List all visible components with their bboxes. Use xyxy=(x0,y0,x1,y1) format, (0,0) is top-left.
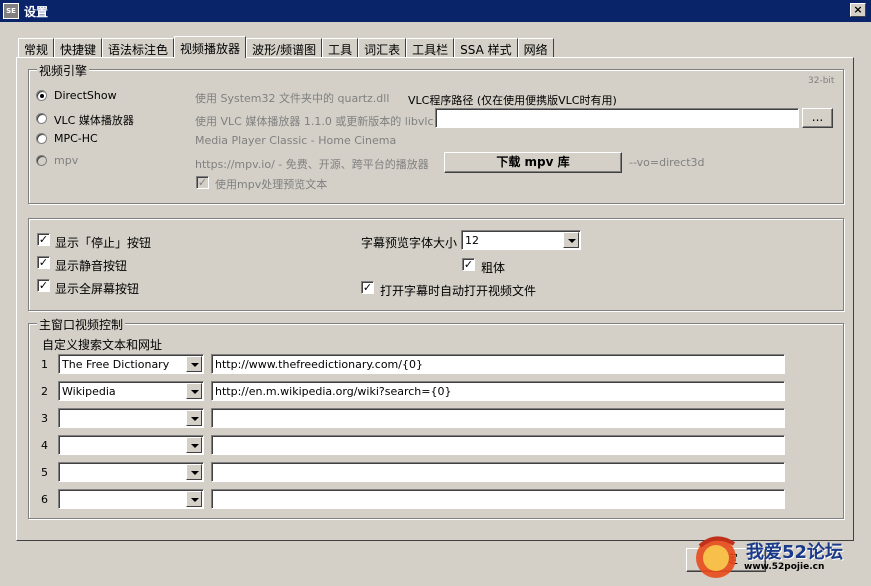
search-url-input[interactable] xyxy=(211,489,785,509)
tab-5[interactable]: 工具 xyxy=(322,38,359,58)
close-button[interactable]: × xyxy=(850,3,866,17)
app-icon: SE xyxy=(3,3,19,19)
radio-directshow-label[interactable]: DirectShow xyxy=(54,89,117,102)
download-mpv-button[interactable]: 下载 mpv 库 xyxy=(444,152,622,173)
radio-vlc-label[interactable]: VLC 媒体播放器 xyxy=(54,112,134,128)
tab-1[interactable]: 快捷键 xyxy=(54,38,103,58)
search-name-value: Wikipedia xyxy=(62,385,116,398)
show-mute-checkbox[interactable]: ✓ xyxy=(37,256,50,269)
tab-3[interactable]: 视频播放器 xyxy=(174,36,247,58)
tab-4[interactable]: 波形/频谱图 xyxy=(246,38,323,58)
radio-mpv[interactable] xyxy=(36,155,47,166)
window-title: 设置 xyxy=(24,5,49,19)
title-bar: SE 设置 × xyxy=(0,0,871,22)
font-size-label: 字幕预览字体大小 xyxy=(361,236,458,250)
search-name-select[interactable] xyxy=(58,462,204,482)
radio-mpv-label[interactable]: mpv xyxy=(54,154,78,167)
search-label: 自定义搜索文本和网址 xyxy=(42,338,163,352)
row-number: 2 xyxy=(41,385,48,398)
chevron-down-icon[interactable] xyxy=(186,356,202,372)
search-name-select[interactable] xyxy=(58,435,204,455)
radio-mpc-hc[interactable] xyxy=(36,133,47,144)
radio-mpc-hc-label[interactable]: MPC-HC xyxy=(54,132,98,145)
bold-checkbox[interactable]: ✓ xyxy=(462,258,475,271)
show-fullscreen-checkbox[interactable]: ✓ xyxy=(37,279,50,292)
search-url-input[interactable] xyxy=(211,462,785,482)
tab-6[interactable]: 词汇表 xyxy=(358,38,407,58)
row-number: 4 xyxy=(41,439,48,452)
watermark-url: www.52pojie.cn xyxy=(744,562,825,572)
tab-2[interactable]: 语法标注色 xyxy=(102,38,175,58)
mpv-vo-hint: --vo=direct3d xyxy=(629,156,705,169)
chevron-down-icon[interactable] xyxy=(186,383,202,399)
row-number: 3 xyxy=(41,412,48,425)
vlc-desc: 使用 VLC 媒体播放器 1.1.0 或更新版本的 libvlc xyxy=(195,115,434,128)
directshow-desc: 使用 System32 文件夹中的 quartz.dll xyxy=(195,92,390,105)
browse-button[interactable]: ... xyxy=(802,108,833,128)
search-name-select[interactable] xyxy=(58,489,204,509)
search-name-value: The Free Dictionary xyxy=(62,358,170,371)
video-engine-group: 视频引擎 xyxy=(28,62,844,204)
watermark-emblem xyxy=(696,536,736,578)
watermark-text: 我爱52论坛 xyxy=(746,542,844,563)
search-url-input[interactable]: http://en.m.wikipedia.org/wiki?search={0… xyxy=(211,381,785,401)
auto-open-label[interactable]: 打开字幕时自动打开视频文件 xyxy=(380,282,536,299)
show-stop-checkbox[interactable]: ✓ xyxy=(37,233,50,246)
mpc-hc-desc: Media Player Classic - Home Cinema xyxy=(195,134,397,147)
main-window-title: 主窗口视频控制 xyxy=(37,316,126,333)
search-url-input[interactable]: http://www.thefreedictionary.com/{0} xyxy=(211,354,785,374)
bitness-label: 32-bit xyxy=(808,76,835,86)
show-stop-label[interactable]: 显示「停止」按钮 xyxy=(55,234,151,251)
search-url-input[interactable] xyxy=(211,435,785,455)
tab-strip: 常规 快捷键 语法标注色 视频播放器 波形/频谱图 工具 词汇表 工具栏 SSA 样式 网络 xyxy=(18,36,554,58)
row-number: 1 xyxy=(41,358,48,371)
font-size-value: 12 xyxy=(465,234,479,247)
row-number: 6 xyxy=(41,493,48,506)
chevron-down-icon[interactable] xyxy=(186,410,202,426)
search-name-select[interactable] xyxy=(58,408,204,428)
show-fullscreen-label[interactable]: 显示全屏幕按钮 xyxy=(55,280,139,297)
watermark-logo: 我爱52论坛 www.52pojie.cn xyxy=(688,528,871,586)
chevron-down-icon[interactable] xyxy=(563,232,579,248)
mpv-desc: https://mpv.io/ - 免费、开源、跨平台的播放器 xyxy=(195,158,429,171)
search-name-select[interactable]: Wikipedia xyxy=(58,381,204,401)
chevron-down-icon[interactable] xyxy=(186,464,202,480)
radio-directshow[interactable] xyxy=(36,90,47,101)
font-size-select[interactable]: 12 xyxy=(461,230,581,250)
tab-7[interactable]: 工具栏 xyxy=(406,38,455,58)
chevron-down-icon[interactable] xyxy=(186,437,202,453)
video-engine-title: 视频引擎 xyxy=(37,62,90,79)
auto-open-checkbox[interactable]: ✓ xyxy=(361,281,374,294)
show-mute-label[interactable]: 显示静音按钮 xyxy=(55,257,127,274)
tab-0[interactable]: 常规 xyxy=(18,38,55,58)
tab-8[interactable]: SSA 样式 xyxy=(454,38,518,58)
radio-vlc[interactable] xyxy=(36,113,47,124)
tab-9[interactable]: 网络 xyxy=(517,38,554,58)
search-name-select[interactable]: The Free Dictionary xyxy=(58,354,204,374)
vlc-path-label: VLC程序路径 (仅在使用便携版VLC时有用) xyxy=(408,94,617,107)
bold-label[interactable]: 粗体 xyxy=(481,259,505,276)
row-number: 5 xyxy=(41,466,48,479)
search-url-input[interactable] xyxy=(211,408,785,428)
mpv-preview-label[interactable]: 使用mpv处理预览文本 xyxy=(215,176,327,192)
mpv-preview-checkbox[interactable]: ✓ xyxy=(196,176,209,189)
vlc-path-input[interactable] xyxy=(435,108,799,128)
chevron-down-icon[interactable] xyxy=(186,491,202,507)
